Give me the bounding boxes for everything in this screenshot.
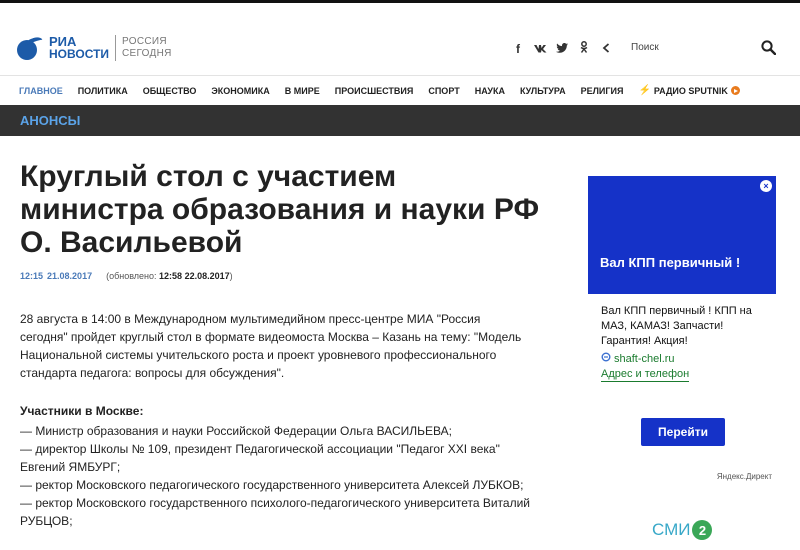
logo-separator xyxy=(115,35,117,61)
search-input[interactable] xyxy=(624,35,756,59)
participant-item: — ректор Московского государственного пс… xyxy=(20,496,530,528)
nav-item-sport[interactable]: СПОРТ xyxy=(428,86,459,96)
nav-item-science[interactable]: НАУКА xyxy=(475,86,505,96)
logo-rossiya: РОССИЯ xyxy=(122,36,167,47)
search-icon[interactable] xyxy=(757,36,779,58)
nav-item-world[interactable]: В МИРЕ xyxy=(285,86,320,96)
logo-segodnya: СЕГОДНЯ xyxy=(122,48,172,59)
article-title: Круглый стол с участием министра образов… xyxy=(20,160,540,259)
radio-sputnik-label: РАДИО SPUTNIK xyxy=(653,85,728,96)
publish-date: 21.08.2017 xyxy=(47,271,93,281)
ad-block[interactable]: × Вал КПП первичный ! Вал КПП первичный … xyxy=(588,176,776,486)
participant-item: — директор Школы № 109, президент Педаго… xyxy=(20,442,500,474)
nav-item-society[interactable]: ОБЩЕСТВО xyxy=(143,86,197,96)
ad-source[interactable]: Яндекс.Директ xyxy=(717,472,772,481)
link-icon xyxy=(601,352,611,365)
vk-icon[interactable] xyxy=(534,42,547,56)
nav-item-incidents[interactable]: ПРОИСШЕСТВИЯ xyxy=(335,86,414,96)
social-links: f xyxy=(512,41,612,56)
updated-value: 12:58 22.08.2017 xyxy=(159,271,230,281)
smi2-badge: 2 xyxy=(692,520,713,540)
nav-item-radio-sputnik[interactable]: ⚡ РАДИО SPUTNIK xyxy=(638,85,740,96)
ad-text[interactable]: Вал КПП первичный ! КПП на МАЗ, КАМАЗ! З… xyxy=(601,304,771,349)
article-lead: 28 августа в 14:00 в Международном мульт… xyxy=(20,312,522,380)
nav-item-politics[interactable]: ПОЛИТИКА xyxy=(78,86,128,96)
share-icon[interactable] xyxy=(600,42,612,56)
updated-info: (обновлено: 12:58 22.08.2017) xyxy=(106,271,233,281)
participant-item: — ректор Московского педагогического гос… xyxy=(20,478,524,492)
facebook-icon[interactable]: f xyxy=(512,42,524,56)
ria-logo[interactable]: РИА НОВОСТИ РОССИЯ СЕГОДНЯ xyxy=(15,33,172,63)
section-band: АНОНСЫ xyxy=(0,105,800,136)
ad-domain-text: shaft-chel.ru xyxy=(614,352,675,365)
nav-item-economy[interactable]: ЭКОНОМИКА xyxy=(211,86,269,96)
odnoklassniki-icon[interactable] xyxy=(578,41,590,56)
publish-time: 12:15 xyxy=(20,271,44,281)
participants-title: Участники в Москве: xyxy=(20,404,144,418)
close-icon[interactable]: × xyxy=(760,180,772,192)
nav-item-main[interactable]: ГЛАВНОЕ xyxy=(19,86,63,96)
smi2-logo[interactable]: СМИ 2 xyxy=(652,520,713,540)
lightning-icon: ⚡ xyxy=(638,85,651,96)
header: РИА НОВОСТИ РОССИЯ СЕГОДНЯ f xyxy=(0,3,800,75)
article-meta: 12:15 21.08.2017 (обновлено: 12:58 22.08… xyxy=(20,271,233,281)
play-icon xyxy=(730,86,740,95)
participant-item: — Министр образования и науки Российской… xyxy=(20,424,452,438)
ad-domain[interactable]: shaft-chel.ru xyxy=(601,352,675,365)
nav-item-religion[interactable]: РЕЛИГИЯ xyxy=(581,86,624,96)
ad-banner[interactable]: × Вал КПП первичный ! xyxy=(588,176,776,294)
main-nav: ГЛАВНОЕ ПОЛИТИКА ОБЩЕСТВО ЭКОНОМИКА В МИ… xyxy=(0,75,800,105)
ad-go-button[interactable]: Перейти xyxy=(641,418,725,446)
ad-banner-title[interactable]: Вал КПП первичный ! xyxy=(600,254,770,271)
logo-novosti: НОВОСТИ xyxy=(49,47,110,61)
twitter-icon[interactable] xyxy=(556,42,568,56)
ad-address-link[interactable]: Адрес и телефон xyxy=(601,368,690,382)
smi2-text: СМИ xyxy=(652,520,691,539)
nav-item-culture[interactable]: КУЛЬТУРА xyxy=(520,86,566,96)
ria-logo-icon xyxy=(15,35,45,60)
participants-list: — Министр образования и науки Российской… xyxy=(20,422,540,530)
section-title[interactable]: АНОНСЫ xyxy=(20,113,80,128)
